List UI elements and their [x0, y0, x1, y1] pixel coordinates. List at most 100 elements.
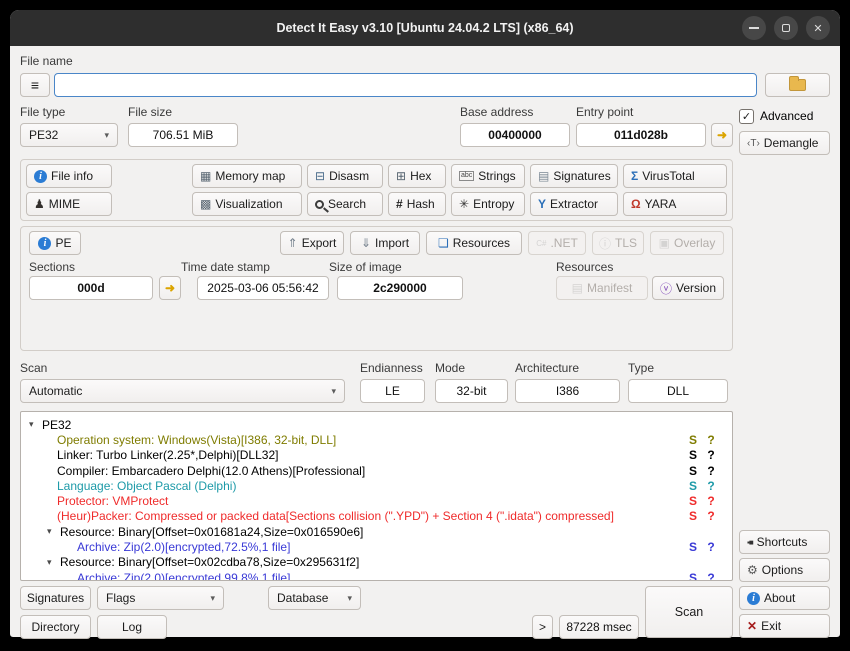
folder-icon	[789, 79, 806, 91]
signature-link[interactable]: S	[684, 433, 702, 447]
shortcuts-button[interactable]: ▪■Shortcuts	[739, 530, 830, 554]
minimize-button[interactable]	[742, 16, 766, 40]
signature-link[interactable]: S	[684, 494, 702, 508]
demangle-icon: ‹T›	[747, 138, 760, 149]
goto-entry-point-button[interactable]: ➜	[711, 123, 733, 147]
size-of-image-value: 2c290000	[337, 276, 463, 300]
export-button[interactable]: ⇑Export	[280, 231, 344, 255]
recent-files-button[interactable]: ≡	[20, 73, 50, 97]
resources-icon: ❏	[438, 236, 449, 250]
extractor-button[interactable]: YExtractor	[530, 192, 618, 216]
visualization-icon: ▩	[200, 197, 211, 211]
entry-point-label: Entry point	[576, 105, 706, 119]
tree-row-linker[interactable]: Linker: Turbo Linker(2.25*,Delphi)[DLL32…	[21, 448, 732, 463]
resources-button[interactable]: ❏Resources	[426, 231, 522, 255]
demangle-button[interactable]: ‹T›Demangle	[739, 131, 830, 155]
hex-button[interactable]: ⊞Hex	[388, 164, 446, 188]
exit-icon: ✕	[747, 619, 757, 633]
log-button[interactable]: Log	[97, 615, 167, 639]
info-link[interactable]: ?	[702, 448, 720, 462]
about-button[interactable]: iAbout	[739, 586, 830, 610]
signature-link[interactable]: S	[684, 509, 702, 523]
maximize-button[interactable]	[774, 16, 798, 40]
goto-sections-button[interactable]: ➜	[159, 276, 181, 300]
open-file-button[interactable]	[765, 73, 830, 97]
file-name-label: File name	[20, 54, 830, 68]
tree-row-compiler[interactable]: Compiler: Embarcadero Delphi(12.0 Athens…	[21, 463, 732, 478]
tree-row-resource-2[interactable]: ▾Resource: Binary[Offset=0x02cdba78,Size…	[21, 555, 732, 570]
entropy-button[interactable]: ✳Entropy	[451, 192, 525, 216]
search-icon	[315, 200, 324, 209]
tree-row-archive-1[interactable]: Archive: Zip(2.0)[encrypted,72.5%,1 file…	[21, 539, 732, 554]
tree-row-protector[interactable]: Protector: VMProtectS?	[21, 493, 732, 508]
scan-label: Scan	[20, 361, 345, 375]
info-link[interactable]: ?	[702, 571, 720, 581]
strings-icon: abc	[459, 171, 474, 181]
info-link[interactable]: ?	[702, 494, 720, 508]
checkbox-check-icon: ✓	[739, 109, 754, 124]
dotnet-icon: C#	[536, 239, 546, 248]
signature-link[interactable]: S	[684, 540, 702, 554]
expander-icon[interactable]: ▾	[47, 557, 60, 568]
signature-link[interactable]: S	[684, 479, 702, 493]
export-icon: ⇑	[288, 236, 298, 250]
tree-row-archive-2[interactable]: Archive: Zip(2.0)[encrypted,99.8%,1 file…	[21, 570, 732, 581]
search-button[interactable]: Search	[307, 192, 383, 216]
signature-link[interactable]: S	[684, 464, 702, 478]
tree-row-operation-system[interactable]: Operation system: Windows(Vista)[I386, 3…	[21, 432, 732, 447]
expander-icon[interactable]: ▾	[29, 419, 42, 430]
expander-icon[interactable]: ▾	[47, 526, 60, 537]
info-link[interactable]: ?	[702, 464, 720, 478]
info-link[interactable]: ?	[702, 433, 720, 447]
more-options-button[interactable]: >	[532, 615, 553, 639]
strings-button[interactable]: abcStrings	[451, 164, 525, 188]
tree-row-resource-1[interactable]: ▾Resource: Binary[Offset=0x01681a24,Size…	[21, 524, 732, 539]
virustotal-button[interactable]: ΣVirusTotal	[623, 164, 727, 188]
import-button[interactable]: ⇓Import	[350, 231, 420, 255]
titlebar: Detect It Easy v3.10 [Ubuntu 24.04.2 LTS…	[10, 10, 840, 46]
scan-button[interactable]: Scan	[645, 586, 733, 638]
info-link[interactable]: ?	[702, 479, 720, 493]
signature-link[interactable]: S	[684, 448, 702, 462]
signatures-db-button[interactable]: Signatures	[20, 586, 91, 610]
tree-row-language[interactable]: Language: Object Pascal (Delphi)S?	[21, 478, 732, 493]
pe-button[interactable]: iPE	[29, 231, 81, 255]
close-button[interactable]: ✕	[806, 16, 830, 40]
signatures-button[interactable]: ▤Signatures	[530, 164, 618, 188]
hex-icon: ⊞	[396, 169, 406, 183]
base-address-label: Base address	[460, 105, 570, 119]
info-link[interactable]: ?	[702, 509, 720, 523]
flags-select[interactable]: Flags▾	[97, 586, 224, 610]
file-name-input[interactable]	[54, 73, 757, 97]
advanced-checkbox[interactable]: ✓ Advanced	[739, 107, 830, 125]
info-link[interactable]: ?	[702, 540, 720, 554]
exit-button[interactable]: ✕Exit	[739, 614, 830, 638]
chevron-down-icon: ▾	[347, 593, 352, 604]
visualization-button[interactable]: ▩Visualization	[192, 192, 302, 216]
mime-button[interactable]: ♟MIME	[26, 192, 112, 216]
yara-button[interactable]: ΩYARA	[623, 192, 727, 216]
hash-button[interactable]: #Hash	[388, 192, 446, 216]
close-icon: ✕	[813, 22, 822, 35]
disasm-button[interactable]: ⊟Disasm	[307, 164, 383, 188]
options-button[interactable]: ⚙Options	[739, 558, 830, 582]
size-of-image-label: Size of image	[329, 260, 463, 274]
tree-row-pe32[interactable]: ▾PE32	[21, 417, 732, 432]
signature-link[interactable]: S	[684, 571, 702, 581]
list-icon: ≡	[31, 77, 39, 93]
scan-results-tree[interactable]: ▾PE32 Operation system: Windows(Vista)[I…	[20, 411, 733, 581]
file-type-label: File type	[20, 105, 118, 119]
chevron-down-icon: ▾	[210, 593, 215, 604]
version-button[interactable]: ⓥVersion	[652, 276, 724, 300]
file-type-select[interactable]: PE32 ▾	[20, 123, 118, 147]
database-select[interactable]: Database▾	[268, 586, 361, 610]
chevron-down-icon: ▾	[331, 386, 336, 397]
memory-map-button[interactable]: ▦Memory map	[192, 164, 302, 188]
type-value: DLL	[628, 379, 728, 403]
info-icon: i	[747, 592, 760, 605]
directory-button[interactable]: Directory	[20, 615, 91, 639]
tree-row-heur-packer[interactable]: (Heur)Packer: Compressed or packed data[…	[21, 509, 732, 524]
scan-method-select[interactable]: Automatic ▾	[20, 379, 345, 403]
file-info-button[interactable]: iFile info	[26, 164, 112, 188]
extractor-icon: Y	[538, 197, 546, 211]
